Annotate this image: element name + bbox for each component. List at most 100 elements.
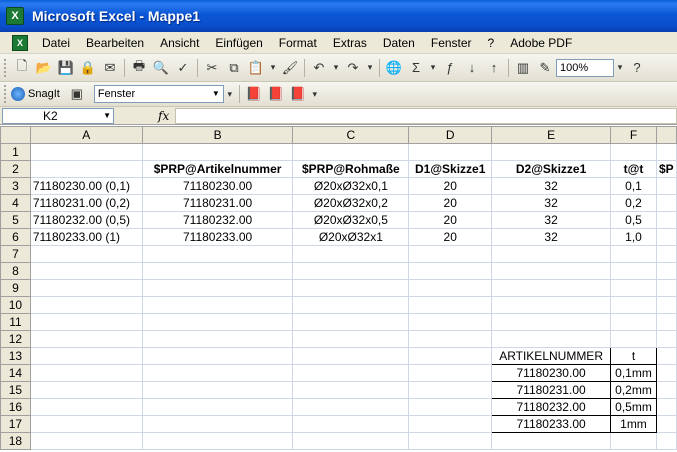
lookup-cell[interactable]: 0,1mm [610, 364, 657, 382]
cell[interactable] [408, 143, 493, 161]
cell[interactable] [29, 347, 143, 365]
cell[interactable] [292, 381, 410, 399]
toolbar-grip[interactable] [4, 85, 7, 103]
cell[interactable] [408, 262, 493, 280]
cell[interactable] [141, 432, 294, 450]
cell[interactable]: 0,2 [610, 194, 657, 212]
cell[interactable] [292, 262, 410, 280]
menu-adobe-pdf[interactable]: Adobe PDF [502, 32, 580, 54]
column-header-f[interactable]: F [610, 126, 657, 144]
cell[interactable] [141, 415, 294, 433]
cell[interactable] [408, 313, 493, 331]
cell[interactable] [29, 296, 143, 314]
cell[interactable]: $PRP@Artikelnummer [141, 160, 294, 178]
cell[interactable]: D2@Skizze1 [491, 160, 612, 178]
column-header-e[interactable]: E [491, 126, 612, 144]
cell[interactable] [408, 364, 493, 382]
cell[interactable] [29, 262, 143, 280]
cell[interactable] [29, 245, 143, 263]
zoom-select[interactable]: 100% [556, 58, 614, 77]
cell[interactable]: 32 [491, 228, 612, 246]
row-header[interactable]: 1 [0, 143, 31, 161]
print-icon[interactable]: 🖶 [128, 57, 150, 79]
row-header[interactable]: 11 [0, 313, 31, 331]
snagit-capture-icon[interactable]: ▣ [66, 83, 88, 105]
lookup-cell[interactable]: 71180231.00 [491, 381, 612, 399]
cell[interactable] [29, 330, 143, 348]
cell[interactable] [408, 347, 493, 365]
menu-bearbeiten[interactable]: Bearbeiten [78, 32, 152, 54]
cell[interactable] [610, 143, 657, 161]
cell[interactable]: $P [655, 160, 677, 178]
cell[interactable]: 32 [491, 194, 612, 212]
cell[interactable] [29, 143, 143, 161]
cell[interactable] [141, 381, 294, 399]
copy-icon[interactable]: ⧉ [223, 57, 245, 79]
column-header-a[interactable]: A [29, 126, 143, 144]
cell[interactable] [29, 381, 143, 399]
cell[interactable] [491, 245, 612, 263]
sort-descending-icon[interactable]: ↑ [483, 57, 505, 79]
toolbar-options-icon[interactable]: ▾ [224, 83, 236, 105]
cell[interactable] [141, 279, 294, 297]
cell[interactable] [655, 296, 677, 314]
cell[interactable] [655, 279, 677, 297]
permission-icon[interactable]: 🔒 [77, 57, 99, 79]
row-header[interactable]: 9 [0, 279, 31, 297]
lookup-cell[interactable]: 71180233.00 [491, 415, 612, 433]
cell[interactable] [655, 194, 677, 212]
cell[interactable] [655, 364, 677, 382]
function-icon[interactable]: ƒ [439, 57, 461, 79]
menu-datei[interactable]: Datei [34, 32, 78, 54]
row-header[interactable]: 6 [0, 228, 31, 246]
cell[interactable] [610, 262, 657, 280]
cell[interactable]: 20 [408, 211, 493, 229]
cell[interactable]: 71180230.00 [141, 177, 294, 195]
lookup-cell[interactable]: 0,5mm [610, 398, 657, 416]
autosum-dropdown-icon[interactable]: ▾ [427, 57, 439, 79]
column-header-g[interactable] [655, 126, 677, 144]
cell[interactable] [141, 143, 294, 161]
cell[interactable] [491, 143, 612, 161]
cell[interactable]: 0,1 [610, 177, 657, 195]
menu-ansicht[interactable]: Ansicht [152, 32, 207, 54]
cell[interactable] [29, 364, 143, 382]
cell[interactable] [29, 160, 143, 178]
chevron-down-icon[interactable]: ▼ [103, 109, 111, 123]
cell[interactable] [29, 415, 143, 433]
cell[interactable] [408, 330, 493, 348]
cell[interactable] [491, 313, 612, 331]
cell[interactable]: 32 [491, 211, 612, 229]
pdf-convert-icon[interactable]: 📕 [243, 83, 265, 105]
cell[interactable] [29, 313, 143, 331]
cell[interactable]: Ø20xØ32x0,1 [292, 177, 410, 195]
cell[interactable] [610, 313, 657, 331]
undo-dropdown-icon[interactable]: ▾ [330, 57, 342, 79]
cut-icon[interactable]: ✂ [201, 57, 223, 79]
drawing-icon[interactable]: ✎ [534, 57, 556, 79]
email-icon[interactable]: ✉ [99, 57, 121, 79]
row-header[interactable]: 7 [0, 245, 31, 263]
cell[interactable] [655, 347, 677, 365]
cell[interactable] [655, 381, 677, 399]
row-header[interactable]: 5 [0, 211, 31, 229]
menu-format[interactable]: Format [271, 32, 325, 54]
fenster-select[interactable]: Fenster ▼ [93, 85, 224, 103]
paste-icon[interactable]: 📋 [245, 57, 267, 79]
cell[interactable] [655, 432, 677, 450]
cell[interactable]: Ø20xØ32x1 [292, 228, 410, 246]
name-box[interactable]: K2 ▼ [2, 107, 114, 124]
lookup-header-cell[interactable]: ARTIKELNUMMER [491, 347, 612, 365]
cell[interactable] [655, 398, 677, 416]
column-header-b[interactable]: B [141, 126, 294, 144]
cell[interactable] [292, 245, 410, 263]
row-header[interactable]: 12 [0, 330, 31, 348]
cell[interactable] [29, 279, 143, 297]
cell[interactable] [491, 296, 612, 314]
cell[interactable] [141, 296, 294, 314]
cell[interactable]: t@t [610, 160, 657, 178]
row-header[interactable]: 4 [0, 194, 31, 212]
cell[interactable]: 0,5 [610, 211, 657, 229]
cell[interactable] [491, 330, 612, 348]
cell[interactable]: 32 [491, 177, 612, 195]
